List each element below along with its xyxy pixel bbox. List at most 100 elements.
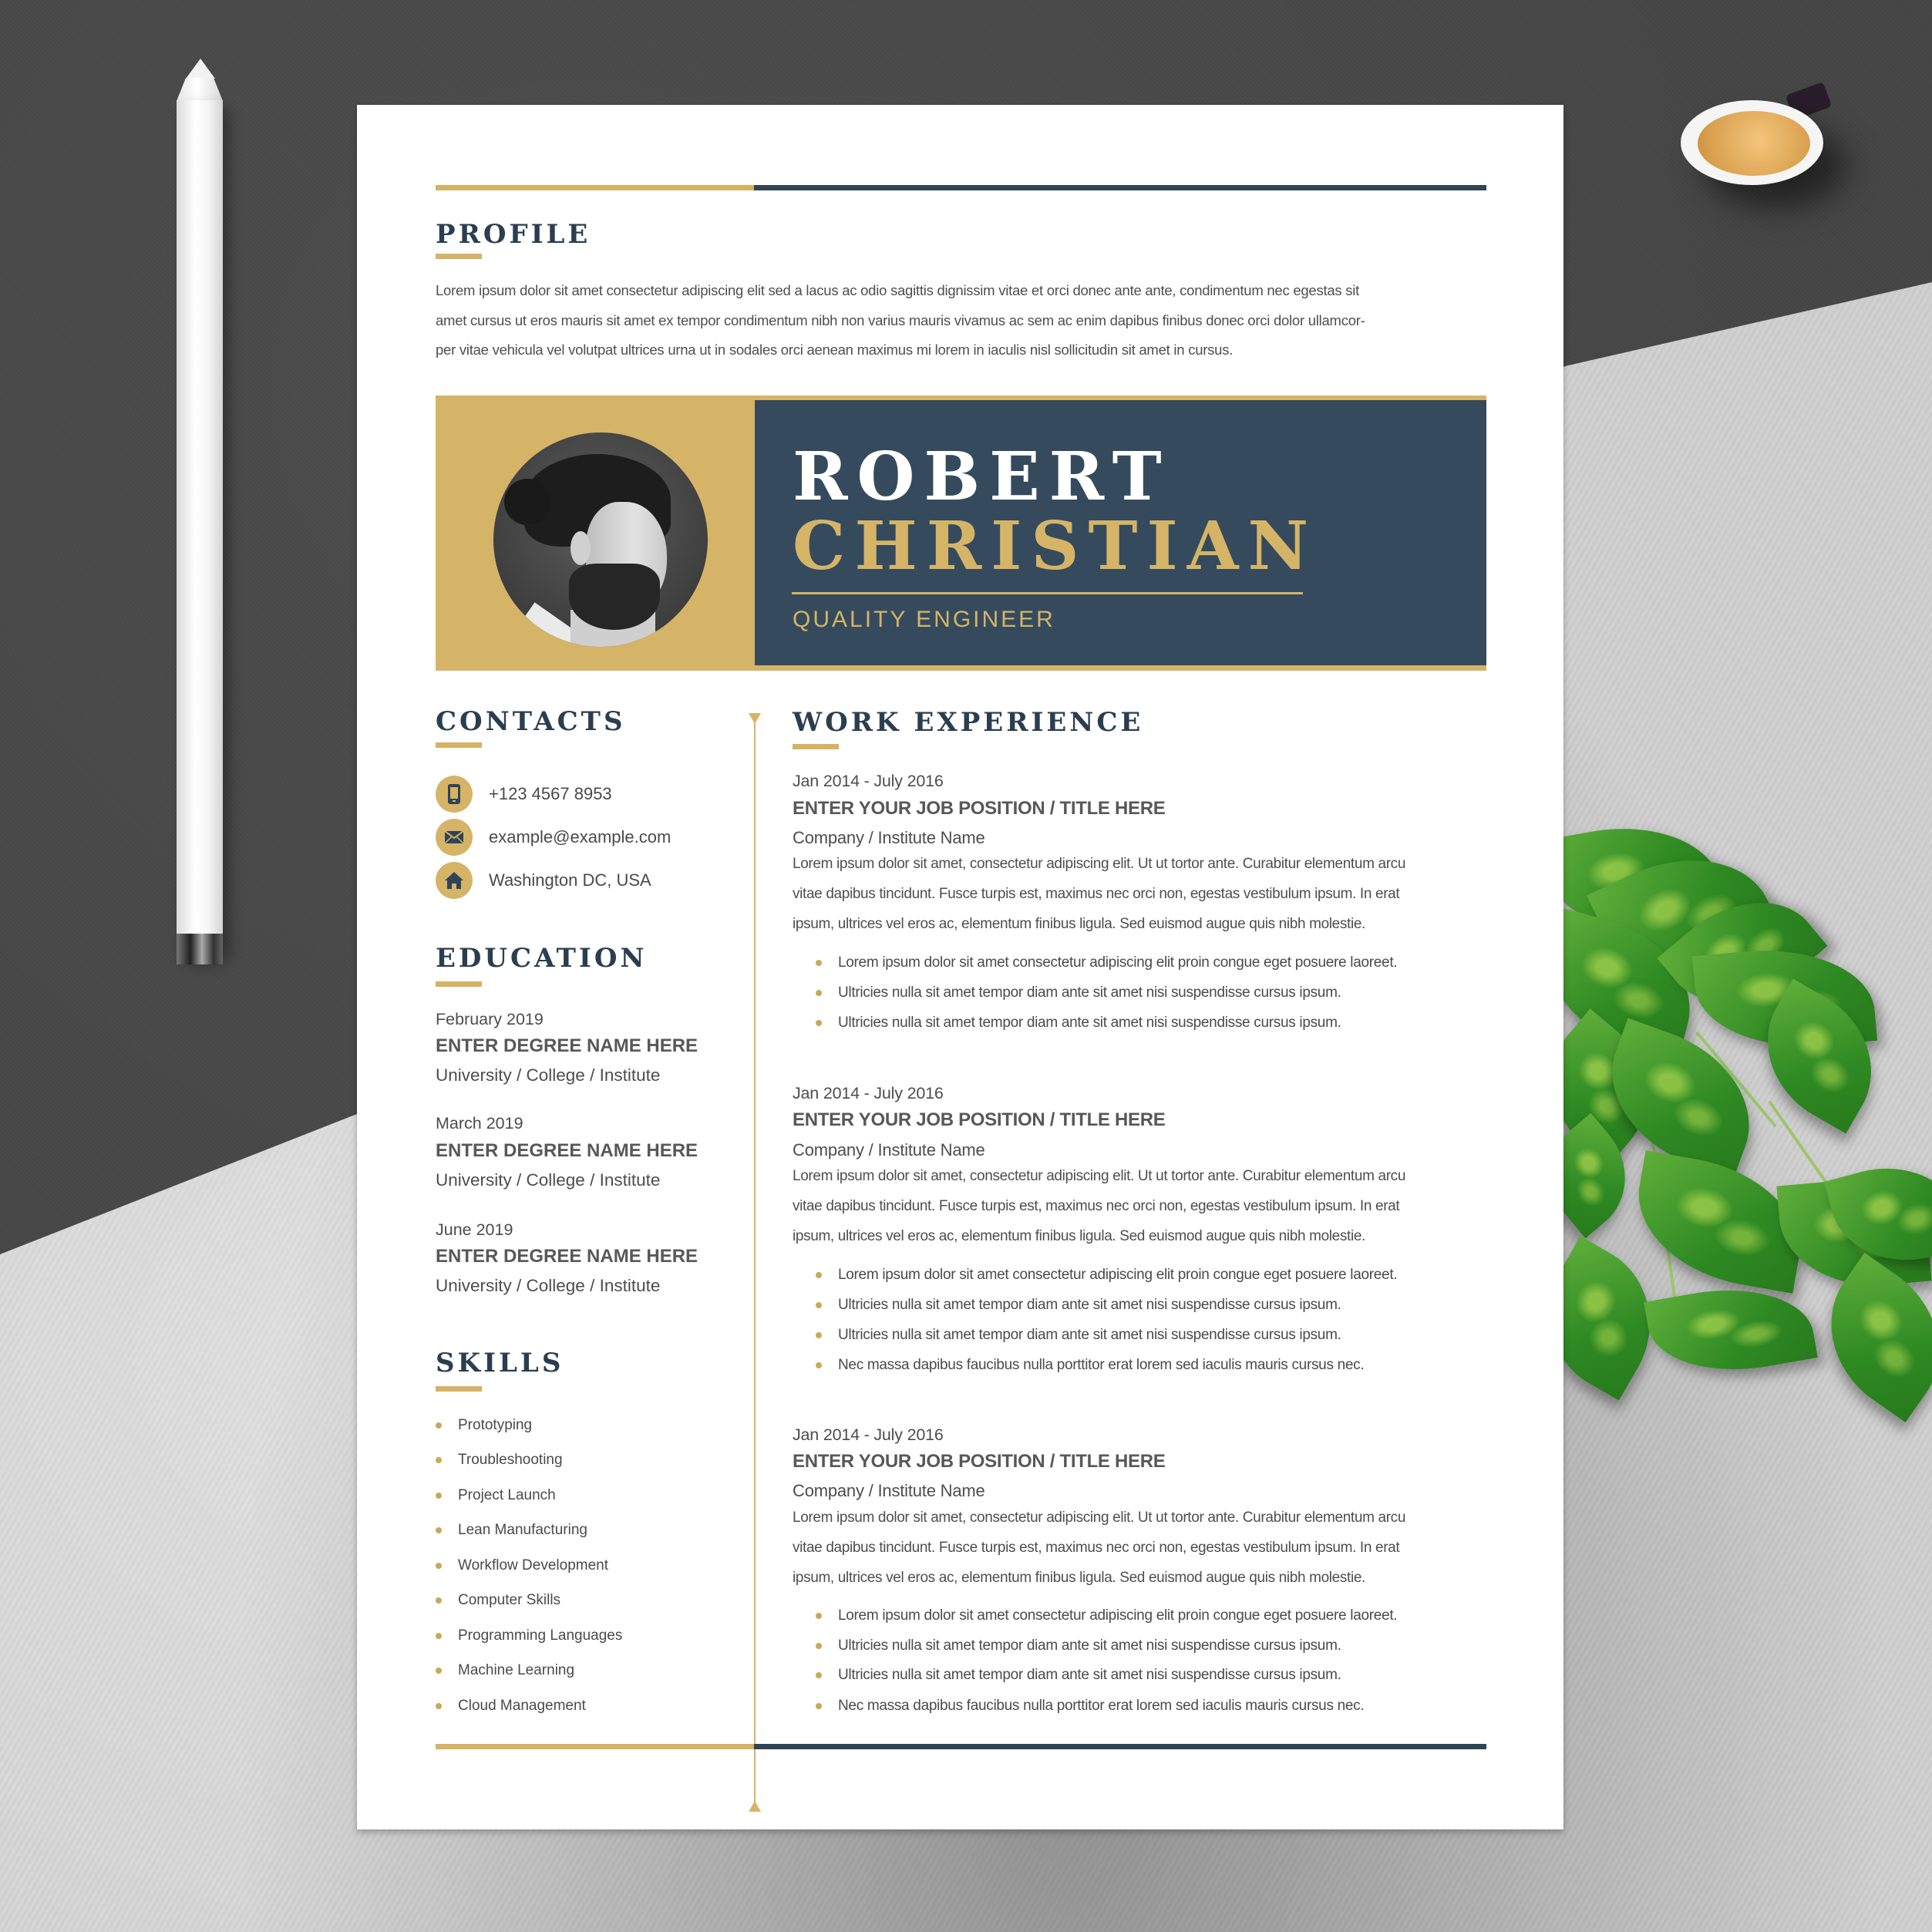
education-school: University / College / Institute (436, 1170, 661, 1190)
description-line: vitae dapibus tincidunt. Fusce turpis es… (793, 1540, 1400, 1556)
skill-item: Cloud Management (436, 1696, 586, 1716)
work-experience-underline (793, 744, 839, 749)
photo-shirt (508, 602, 579, 647)
bullet-dot (816, 1332, 822, 1338)
contact-email: example@example.com (436, 819, 671, 856)
skills-heading: SKILLS (436, 1348, 564, 1378)
skill-label: Machine Learning (458, 1662, 575, 1678)
skill-item: Prototyping (436, 1415, 532, 1436)
bullet-text: Nec massa dapibus faucibus nulla porttit… (838, 1698, 1365, 1714)
bullet-dot (436, 1563, 442, 1569)
contacts-underline (436, 742, 482, 748)
job-bullet: Ultricies nulla sit amet tempor diam ant… (816, 1325, 1341, 1345)
bullet-dot (816, 1643, 822, 1649)
skill-item: Machine Learning (436, 1661, 574, 1681)
top-rule-gold (436, 185, 754, 190)
education-degree: ENTER DEGREE NAME HERE (436, 1246, 698, 1267)
job-position: ENTER YOUR JOB POSITION / TITLE HERE (793, 1109, 1166, 1130)
phone-icon (436, 776, 473, 813)
skill-item: Computer Skills (436, 1590, 560, 1611)
bullet-text: Ultricies nulla sit amet tempor diam ant… (838, 1327, 1341, 1343)
bottom-rule-navy (754, 1744, 1486, 1749)
bullet-text: Ultricies nulla sit amet tempor diam ant… (838, 1667, 1341, 1683)
education-degree: ENTER DEGREE NAME HERE (436, 1140, 698, 1161)
contacts-heading: CONTACTS (436, 706, 626, 737)
bullet-dot (816, 960, 822, 966)
profile-line: per vitae vehicula vel volutpat ultrices… (436, 342, 1234, 358)
name-underline (792, 592, 1303, 594)
job-bullet: Ultricies nulla sit amet tempor diam ant… (816, 1636, 1341, 1656)
bullet-dot (816, 1613, 822, 1619)
bullet-dot (436, 1457, 442, 1463)
profile-photo (493, 433, 708, 647)
phone-number[interactable]: +123 4567 8953 (489, 784, 612, 804)
skill-label: Workflow Development (458, 1557, 609, 1574)
pencil-cone (177, 78, 223, 101)
description-line: vitae dapibus tincidunt. Fusce turpis es… (793, 1198, 1400, 1214)
pencil-body (177, 100, 223, 956)
education-degree: ENTER DEGREE NAME HERE (436, 1035, 698, 1056)
job-bullet: Lorem ipsum dolor sit amet consectetur a… (816, 1265, 1398, 1285)
contact-location: Washington DC, USA (436, 862, 651, 899)
job-bullet: Lorem ipsum dolor sit amet consectetur a… (816, 953, 1398, 973)
bullet-text: Nec massa dapibus faucibus nulla porttit… (838, 1357, 1365, 1373)
job-bullet: Lorem ipsum dolor sit amet consectetur a… (816, 1606, 1398, 1626)
job-bullet: Nec massa dapibus faucibus nulla porttit… (816, 1696, 1365, 1716)
pencil-tip (186, 59, 215, 79)
education-date: March 2019 (436, 1114, 523, 1133)
pencil-band (177, 934, 223, 964)
first-name: ROBERT (793, 438, 1171, 516)
plant-icon (1519, 794, 1932, 1642)
job-bullet: Ultricies nulla sit amet tempor diam ant… (816, 983, 1341, 1003)
description-line: Lorem ipsum dolor sit amet, consectetur … (793, 1168, 1406, 1184)
column-divider (754, 715, 756, 1804)
bullet-dot (436, 1422, 442, 1429)
bullet-dot (816, 1672, 822, 1678)
education-date: February 2019 (436, 1010, 544, 1028)
photo-ear (571, 531, 591, 565)
email-address[interactable]: example@example.com (489, 827, 671, 847)
education-underline (436, 981, 482, 987)
job-description: Lorem ipsum dolor sit amet, consectetur … (793, 849, 1486, 939)
skill-label: Prototyping (458, 1417, 533, 1433)
location: Washington DC, USA (489, 870, 651, 890)
skill-item: Project Launch (436, 1486, 556, 1506)
bullet-dot (816, 1302, 822, 1308)
top-rule-navy (754, 185, 1486, 190)
job-company: Company / Institute Name (793, 828, 985, 847)
job-bullet: Ultricies nulla sit amet tempor diam ant… (816, 1013, 1341, 1033)
bullet-text: Lorem ipsum dolor sit amet consectetur a… (838, 1607, 1398, 1624)
bullet-dot (436, 1527, 442, 1533)
description-line: vitae dapibus tincidunt. Fusce turpis es… (793, 886, 1400, 902)
photo-hair-bun (504, 479, 550, 525)
photo-beard (569, 564, 660, 630)
job-date: Jan 2014 - July 2016 (793, 772, 944, 790)
education-heading: EDUCATION (436, 943, 648, 974)
bullet-dot (436, 1668, 442, 1674)
job-position: ENTER YOUR JOB POSITION / TITLE HERE (793, 1451, 1166, 1472)
profile-summary: Lorem ipsum dolor sit amet consectetur a… (436, 276, 1488, 365)
bullet-dot (816, 1020, 822, 1026)
bullet-text: Ultricies nulla sit amet tempor diam ant… (838, 1637, 1341, 1654)
contact-phone: +123 4567 8953 (436, 776, 612, 813)
skill-label: Cloud Management (458, 1698, 586, 1714)
description-line: Lorem ipsum dolor sit amet, consectetur … (793, 1510, 1406, 1526)
skills-underline (436, 1386, 482, 1392)
skill-label: Lean Manufacturing (458, 1522, 587, 1538)
bullet-dot (436, 1703, 442, 1709)
bullet-dot (436, 1597, 442, 1604)
bullet-dot (816, 1703, 822, 1709)
skill-item: Workflow Development (436, 1556, 608, 1576)
job-bullet: Ultricies nulla sit amet tempor diam ant… (816, 1295, 1341, 1315)
skill-item: Lean Manufacturing (436, 1520, 587, 1540)
job-date: Jan 2014 - July 2016 (793, 1425, 944, 1444)
bullet-text: Lorem ipsum dolor sit amet consectetur a… (838, 1267, 1398, 1283)
skill-label: Project Launch (458, 1487, 556, 1503)
bullet-text: Ultricies nulla sit amet tempor diam ant… (838, 1015, 1341, 1031)
envelope-icon (436, 819, 473, 856)
work-experience-heading: WORK EXPERIENCE (793, 707, 1144, 738)
bullet-text: Ultricies nulla sit amet tempor diam ant… (838, 1297, 1341, 1313)
job-bullet: Ultricies nulla sit amet tempor diam ant… (816, 1665, 1341, 1685)
bullet-text: Lorem ipsum dolor sit amet consectetur a… (838, 954, 1398, 971)
description-line: Lorem ipsum dolor sit amet, consectetur … (793, 856, 1406, 872)
